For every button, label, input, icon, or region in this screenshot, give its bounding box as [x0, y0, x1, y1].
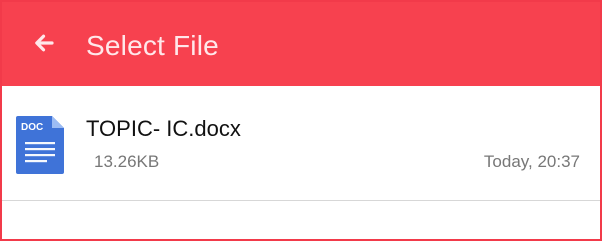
page-title: Select File [86, 30, 219, 61]
divider [2, 200, 600, 201]
file-name: TOPIC- IC.docx [86, 116, 241, 141]
doc-file-icon: DOC [14, 114, 66, 176]
file-date: Today, 20:37 [483, 152, 580, 171]
file-list: DOC TOPIC- IC.docx 13.26KB Today, 20:37 [2, 86, 600, 239]
back-button[interactable] [28, 29, 60, 61]
list-item[interactable]: DOC TOPIC- IC.docx 13.26KB Today, 20:37 [2, 86, 600, 200]
svg-text:DOC: DOC [21, 122, 43, 133]
file-picker-screen: Select File DOC TOPIC- IC.docx 13.26KB T… [0, 0, 602, 241]
app-bar: Select File [2, 2, 600, 86]
file-size: 13.26KB [94, 152, 160, 171]
arrow-left-icon [30, 29, 58, 62]
